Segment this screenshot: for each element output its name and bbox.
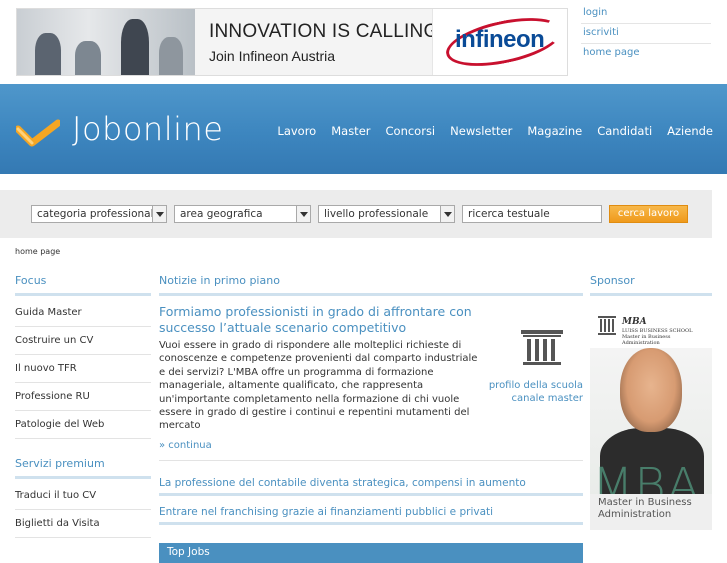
nav-master[interactable]: Master [331,124,370,138]
chevron-down-icon [296,206,310,222]
focus-item-nuovo-tfr[interactable]: Il nuovo TFR [15,355,151,383]
nav-lavoro[interactable]: Lavoro [277,124,316,138]
focus-item-guida-master[interactable]: Guida Master [15,299,151,327]
columns-icon [598,316,616,335]
ad-school: LUISS BUSINESS SCHOOL Master in Business… [622,328,708,346]
premium-item-traduci-cv[interactable]: Traduci il tuo CV [15,482,151,510]
banner-subline: Join Infineon Austria [209,48,336,64]
school-links: profilo della scuola canale master [489,379,583,405]
infineon-banner-ad[interactable]: INNOVATION IS CALLING! Join Infineon Aus… [16,8,568,76]
focus-title: Focus [15,270,151,296]
news-section-title: Notizie in primo piano [159,270,583,296]
infineon-logo-text: infineon [455,26,545,53]
main-nav: Lavoro Master Concorsi Newsletter Magazi… [277,124,713,138]
search-jobs-button[interactable]: cerca lavoro [609,205,688,223]
left-sidebar: Focus Guida Master Costruire un CV Il nu… [15,270,151,552]
top-jobs-header: Top Jobs [159,543,583,563]
chevron-down-icon [152,206,166,222]
nav-magazine[interactable]: Magazine [527,124,582,138]
level-select[interactable]: livello professionale [318,205,455,223]
category-select[interactable]: categoria professionale [31,205,167,223]
breadcrumb[interactable]: home page [15,247,60,256]
category-select-value: categoria professionale [37,208,160,220]
ad-header: MBA LUISS BUSINESS SCHOOL Master in Busi… [598,316,708,346]
logo-check-icon [16,119,60,147]
premium-title: Servizi premium [15,453,151,479]
featured-article: Formiamo professionisti in grado di affr… [159,296,583,461]
area-select-value: area geografica [180,208,263,220]
homepage-link[interactable]: home page [581,44,711,64]
area-select[interactable]: area geografica [174,205,311,223]
mba-sponsor-ad[interactable]: MBA LUISS BUSINESS SCHOOL Master in Busi… [590,308,712,530]
banner-photo [17,9,195,75]
school-profile-link[interactable]: profilo della scuola [489,379,583,392]
top-area: INNOVATION IS CALLING! Join Infineon Aus… [0,0,727,84]
ad-footer-text: Master in Business Administration [590,494,712,530]
master-channel-link[interactable]: canale master [489,392,583,405]
nav-newsletter[interactable]: Newsletter [450,124,512,138]
login-link[interactable]: login [581,4,711,24]
ad-photo: MBA [590,348,712,514]
premium-list: Traduci il tuo CV Biglietti da Visita [15,482,151,538]
news-link[interactable]: Entrare nel franchising grazie ai finanz… [159,496,583,525]
user-links: login iscriviti home page [581,4,711,64]
focus-item-patologie-web[interactable]: Patologie del Web [15,411,151,439]
logo-text: Jobonline [72,110,224,148]
job-search-bar: categoria professionale area geografica … [0,190,712,238]
read-more-link[interactable]: » continua [159,440,212,451]
ad-school-sub: Master in Business Administration [622,334,671,346]
level-select-value: livello professionale [324,208,429,220]
focus-list: Guida Master Costruire un CV Il nuovo TF… [15,299,151,439]
signup-link[interactable]: iscriviti [581,24,711,44]
banner-headline: INNOVATION IS CALLING! [209,21,444,42]
nav-concorsi[interactable]: Concorsi [386,124,436,138]
nav-aziende[interactable]: Aziende [667,124,713,138]
featured-article-body: Vuoi essere in grado di rispondere alle … [159,340,478,432]
right-sidebar: Sponsor MBA LUISS BUSINESS SCHOOL Master… [590,270,712,530]
news-link[interactable]: La professione del contabile diventa str… [159,461,583,496]
text-search-input[interactable] [462,205,602,223]
ad-brand: MBA [622,317,647,327]
chevron-down-icon [440,206,454,222]
infineon-logo: infineon [432,9,567,75]
sponsor-title: Sponsor [590,270,712,296]
focus-item-costruire-cv[interactable]: Costruire un CV [15,327,151,355]
columns-icon [521,330,563,365]
premium-item-biglietti[interactable]: Biglietti da Visita [15,510,151,538]
nav-candidati[interactable]: Candidati [597,124,652,138]
featured-article-title[interactable]: Formiamo professionisti in grado di affr… [159,304,479,336]
main-content: Notizie in primo piano Formiamo professi… [159,270,583,563]
site-header: Jobonline Lavoro Master Concorsi Newslet… [0,84,727,174]
focus-item-professione-ru[interactable]: Professione RU [15,383,151,411]
